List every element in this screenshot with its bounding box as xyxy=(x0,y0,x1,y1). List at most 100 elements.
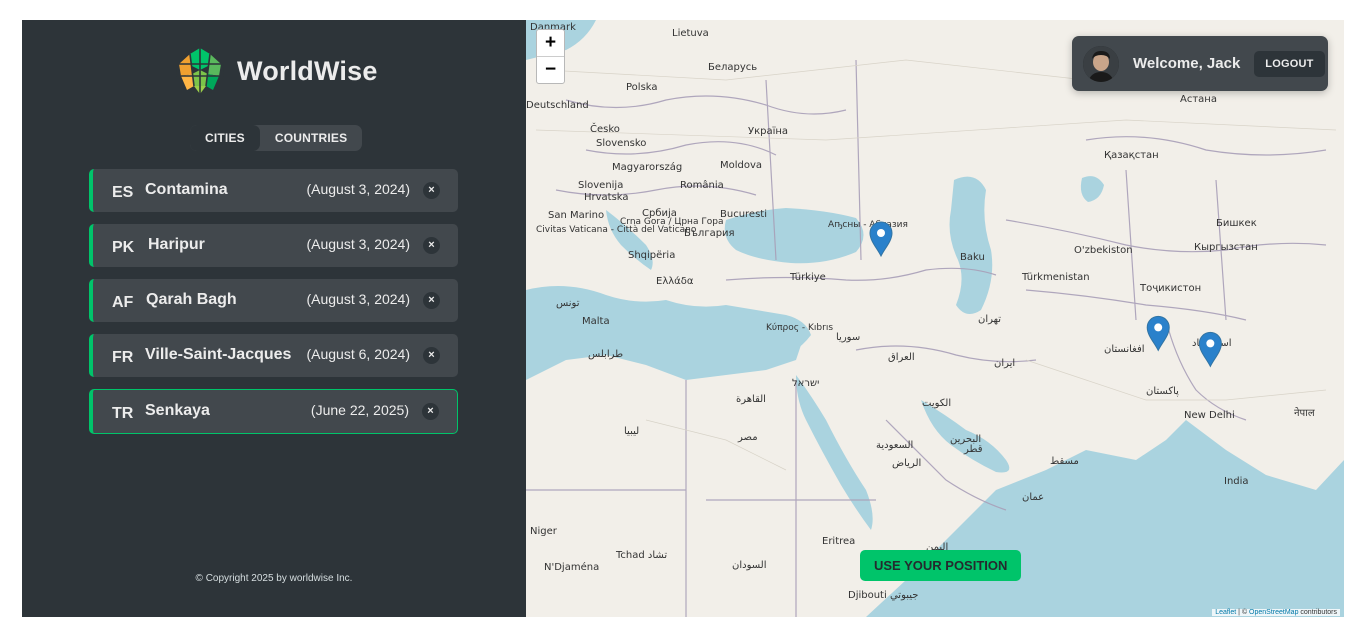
map-label: Бишкек xyxy=(1216,218,1257,229)
delete-city-button[interactable]: × xyxy=(423,237,440,254)
map-label: India xyxy=(1224,476,1249,487)
country-code: TR xyxy=(112,405,134,422)
city-date: (August 3, 2024) xyxy=(306,291,410,307)
country-code: ES xyxy=(112,184,134,201)
map-label: România xyxy=(680,179,724,191)
map-label: تونس xyxy=(556,298,580,309)
map-label: ישראל xyxy=(792,378,819,389)
sidebar: WorldWise Cities Countries ES Contamina … xyxy=(22,20,526,617)
map-label: ایران xyxy=(994,358,1015,369)
map-label: Hrvatska xyxy=(584,192,629,203)
map-label: नेपाल xyxy=(1294,407,1315,419)
map-label: Djibouti جيبوتي xyxy=(848,590,918,601)
map-label: طرابلس xyxy=(588,349,623,360)
city-name: Contamina xyxy=(145,181,228,198)
welcome-text: Welcome, Jack xyxy=(1133,55,1241,72)
use-position-button[interactable]: USE YOUR POSITION xyxy=(860,550,1022,581)
tab-countries[interactable]: Countries xyxy=(260,125,362,151)
country-code: FR xyxy=(112,349,134,366)
tab-cities[interactable]: Cities xyxy=(190,125,260,151)
map-label: България xyxy=(684,228,735,239)
city-item[interactable]: PK Haripur (August 3, 2024) × xyxy=(89,224,458,267)
map-label: السودان xyxy=(732,560,767,571)
app-layout: WorldWise Cities Countries ES Contamina … xyxy=(22,20,1344,617)
map-label: Türkiye xyxy=(789,272,826,283)
logout-button[interactable]: Logout xyxy=(1254,50,1325,77)
osm-link[interactable]: OpenStreetMap xyxy=(1249,609,1298,616)
map-label: Астана xyxy=(1180,94,1217,105)
map-label: Tchad تشاد xyxy=(615,550,667,561)
map-label: Bucuresti xyxy=(720,209,767,220)
map-label: Україна xyxy=(748,126,788,137)
avatar xyxy=(1083,45,1119,82)
map-label: Malta xyxy=(582,316,610,327)
leaflet-link[interactable]: Leaflet xyxy=(1215,609,1236,616)
delete-city-button[interactable]: × xyxy=(422,403,439,420)
map-container[interactable]: Danmark Lietuva Беларусь Polska Deutschl… xyxy=(526,20,1344,617)
map-label: Polska xyxy=(626,82,658,93)
map-label: قطر xyxy=(963,444,983,455)
city-date: (August 3, 2024) xyxy=(306,236,410,252)
city-name: Ville-Saint-Jacques xyxy=(145,346,292,363)
attribution-sep: | © xyxy=(1236,609,1250,616)
map-label: Тоҷикистон xyxy=(1139,283,1201,294)
globe-logo-icon xyxy=(176,47,224,95)
country-code: PK xyxy=(112,239,135,256)
map-label: Аҧсны - Абхазия xyxy=(828,220,908,230)
city-item[interactable]: ES Contamina (August 3, 2024) × xyxy=(89,169,458,212)
map-label: Eritrea xyxy=(822,536,855,547)
user-panel: Welcome, Jack Logout xyxy=(1072,36,1328,91)
delete-city-button[interactable]: × xyxy=(423,292,440,309)
city-name: Haripur xyxy=(148,236,205,253)
city-date: (June 22, 2025) xyxy=(310,402,409,418)
map-label: مسقط xyxy=(1050,456,1079,467)
map-label: Кыргызстан xyxy=(1194,242,1258,253)
attribution-tail: contributors xyxy=(1298,609,1337,616)
map-label: السعودية xyxy=(876,440,913,451)
zoom-control: + − xyxy=(536,29,565,84)
map-label: Shqipëria xyxy=(628,250,675,261)
city-item-selected[interactable]: TR Senkaya (June 22, 2025) × xyxy=(89,389,458,434)
map-label: Slovenija xyxy=(578,180,623,191)
map-label: ليبيا xyxy=(624,426,639,437)
country-code: AF xyxy=(112,294,134,311)
map-label: N'Djaména xyxy=(544,561,599,573)
map-label: Беларусь xyxy=(708,62,757,73)
city-list: ES Contamina (August 3, 2024) × PK Harip… xyxy=(89,169,458,446)
map-label: Crna Gora / Црна Гора xyxy=(620,217,724,227)
app-name: WorldWise xyxy=(237,55,378,86)
map-label: San Marino xyxy=(548,210,604,221)
delete-city-button[interactable]: × xyxy=(423,347,440,364)
map-label: Lietuva xyxy=(672,28,709,39)
map-label: Baku xyxy=(960,252,985,263)
map-label: Moldova xyxy=(720,160,762,171)
map-label: الكويت xyxy=(922,398,951,409)
city-item[interactable]: AF Qarah Bagh (August 3, 2024) × xyxy=(89,279,458,322)
map-label: Қазақстан xyxy=(1104,150,1159,161)
city-date: (August 6, 2024) xyxy=(306,346,410,362)
map-label: Türkmenistan xyxy=(1021,272,1090,283)
zoom-out-button[interactable]: − xyxy=(537,56,564,83)
delete-city-button[interactable]: × xyxy=(423,182,440,199)
map-label: Niger xyxy=(530,526,558,537)
zoom-in-button[interactable]: + xyxy=(537,30,564,56)
map-label: عمان xyxy=(1022,492,1044,503)
map-label: O'zbekiston xyxy=(1074,245,1133,256)
map-label: Deutschland xyxy=(526,100,589,111)
map-label: Ελλάδα xyxy=(656,275,694,287)
map-label: سوريا xyxy=(836,332,860,343)
app-logo[interactable]: WorldWise xyxy=(175,46,378,96)
copyright: © Copyright 2025 by worldwise Inc. xyxy=(195,573,353,584)
map-label: افغانستان xyxy=(1104,344,1145,355)
map-label: Česko xyxy=(590,122,620,135)
map-label: Κύπρος - Kıbrıs xyxy=(766,322,833,333)
map-tiles[interactable]: Danmark Lietuva Беларусь Polska Deutschl… xyxy=(526,20,1344,617)
city-item[interactable]: FR Ville-Saint-Jacques (August 6, 2024) … xyxy=(89,334,458,377)
map-label: Magyarország xyxy=(612,161,682,173)
sidebar-nav: Cities Countries xyxy=(190,125,363,151)
city-name: Qarah Bagh xyxy=(146,291,237,308)
map-label: الرياض xyxy=(892,458,921,469)
map-label: پاکستان xyxy=(1146,386,1179,397)
map-label: العراق xyxy=(888,352,915,363)
map-label: Slovensko xyxy=(596,138,646,149)
